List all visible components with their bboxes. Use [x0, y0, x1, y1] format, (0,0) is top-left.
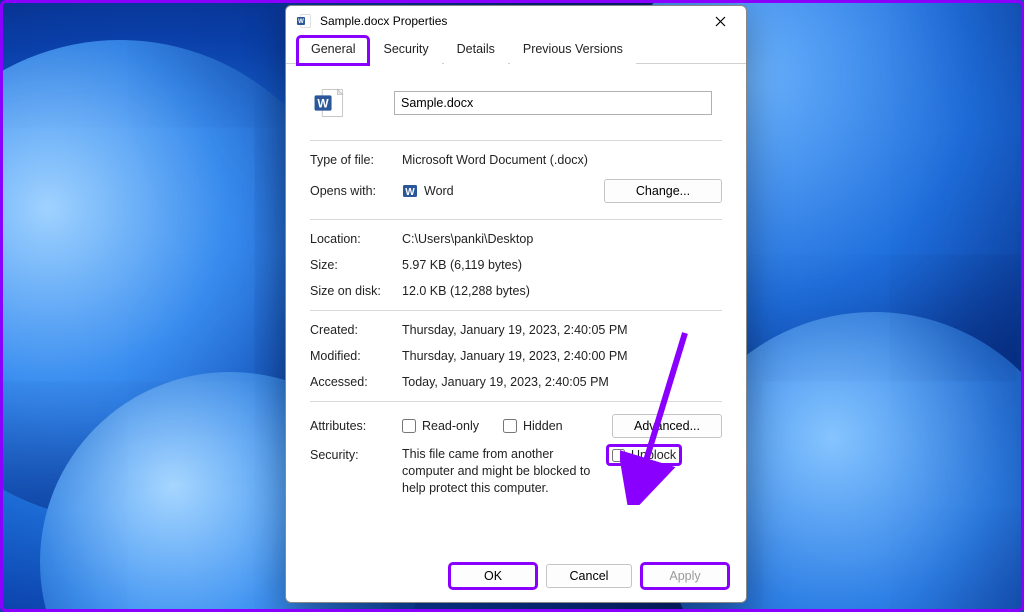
- titlebar: W Sample.docx Properties: [286, 6, 746, 36]
- dialog-title: Sample.docx Properties: [320, 14, 700, 28]
- location-value: C:\Users\panki\Desktop: [402, 232, 722, 246]
- svg-text:W: W: [317, 96, 329, 110]
- unblock-checkbox-input[interactable]: [612, 449, 625, 462]
- tab-details[interactable]: Details: [444, 37, 508, 64]
- svg-text:W: W: [405, 187, 415, 198]
- unblock-label: Unblock: [631, 448, 676, 462]
- readonly-label: Read-only: [422, 419, 479, 433]
- hidden-label: Hidden: [523, 419, 563, 433]
- properties-dialog: W Sample.docx Properties General Securit…: [285, 5, 747, 603]
- opens-with-label: Opens with:: [310, 184, 402, 198]
- unblock-checkbox[interactable]: Unblock: [608, 446, 680, 464]
- hidden-checkbox[interactable]: Hidden: [503, 419, 563, 433]
- tab-previous-versions[interactable]: Previous Versions: [510, 37, 636, 64]
- accessed-label: Accessed:: [310, 375, 402, 389]
- type-label: Type of file:: [310, 153, 402, 167]
- cancel-button[interactable]: Cancel: [546, 564, 632, 588]
- advanced-button[interactable]: Advanced...: [612, 414, 722, 438]
- created-value: Thursday, January 19, 2023, 2:40:05 PM: [402, 323, 722, 337]
- readonly-checkbox-input[interactable]: [402, 419, 416, 433]
- word-app-icon: W: [402, 183, 418, 199]
- change-button[interactable]: Change...: [604, 179, 722, 203]
- readonly-checkbox[interactable]: Read-only: [402, 419, 479, 433]
- size-on-disk-label: Size on disk:: [310, 284, 402, 298]
- attributes-label: Attributes:: [310, 419, 402, 433]
- hidden-checkbox-input[interactable]: [503, 419, 517, 433]
- accessed-value: Today, January 19, 2023, 2:40:05 PM: [402, 375, 722, 389]
- opens-with-value: Word: [424, 184, 454, 198]
- modified-value: Thursday, January 19, 2023, 2:40:00 PM: [402, 349, 722, 363]
- dialog-footer: OK Cancel Apply: [286, 554, 746, 602]
- created-label: Created:: [310, 323, 402, 337]
- size-value: 5.97 KB (6,119 bytes): [402, 258, 722, 272]
- type-value: Microsoft Word Document (.docx): [402, 153, 722, 167]
- close-icon: [715, 16, 726, 27]
- file-type-icon: W: [312, 86, 346, 120]
- svg-text:W: W: [298, 19, 304, 25]
- tab-content: W Type of file: Microsoft Word Document …: [286, 64, 746, 554]
- location-label: Location:: [310, 232, 402, 246]
- close-button[interactable]: [700, 8, 740, 34]
- size-on-disk-value: 12.0 KB (12,288 bytes): [402, 284, 722, 298]
- filename-input[interactable]: [394, 91, 712, 115]
- size-label: Size:: [310, 258, 402, 272]
- word-icon: W: [296, 13, 312, 29]
- modified-label: Modified:: [310, 349, 402, 363]
- apply-button[interactable]: Apply: [642, 564, 728, 588]
- security-text: This file came from another computer and…: [402, 446, 602, 497]
- tab-general[interactable]: General: [298, 37, 368, 64]
- ok-button[interactable]: OK: [450, 564, 536, 588]
- tab-bar: General Security Details Previous Versio…: [286, 36, 746, 64]
- security-label: Security:: [310, 446, 402, 462]
- tab-security[interactable]: Security: [370, 37, 441, 64]
